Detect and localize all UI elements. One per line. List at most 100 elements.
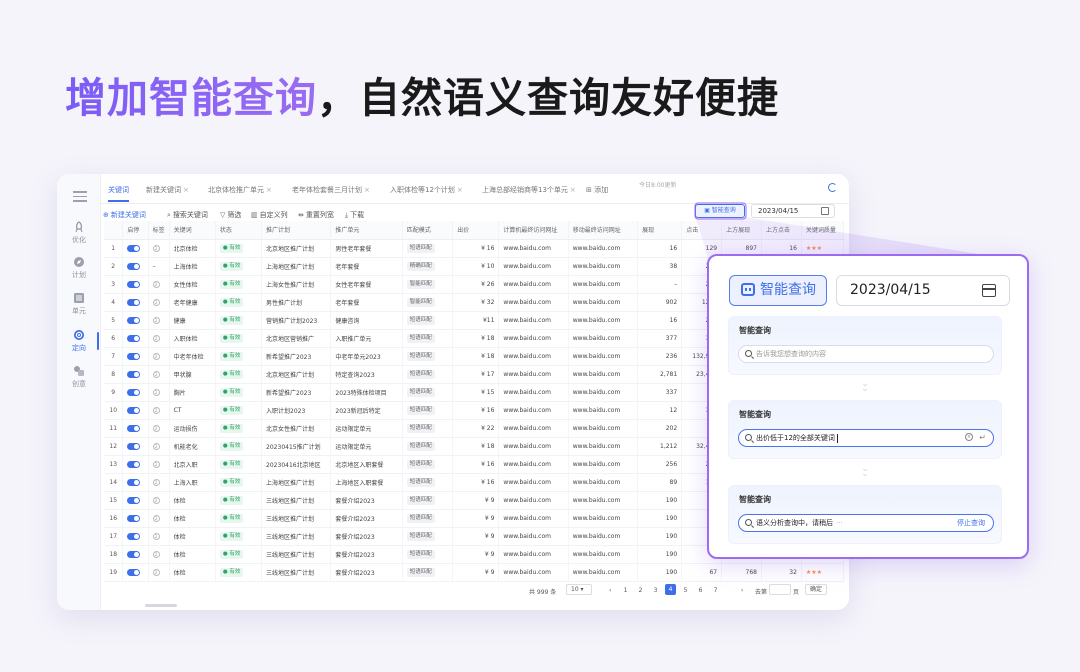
status-toggle[interactable] — [127, 496, 141, 504]
label-icon[interactable]: 2 — [152, 496, 160, 504]
column-header[interactable]: 点击 — [681, 221, 723, 240]
page-number-button[interactable]: 6 — [695, 587, 706, 594]
column-header[interactable]: 关键词 — [169, 221, 216, 240]
status-toggle[interactable] — [127, 262, 141, 270]
close-icon[interactable]: × — [457, 186, 463, 194]
status-toggle[interactable] — [127, 370, 141, 378]
smart-query-input[interactable]: 告诉我您想查询的内容 — [738, 345, 994, 363]
column-header[interactable]: 标签 — [148, 221, 170, 240]
status-toggle[interactable] — [127, 388, 141, 396]
column-header[interactable]: 出价 — [452, 221, 500, 240]
smart-query-input[interactable]: 出价低于12的全部关键词 × ↵ — [738, 429, 994, 447]
tab-keywords[interactable]: 关键词 — [108, 185, 129, 202]
column-header[interactable]: 推广单元 — [330, 221, 403, 240]
sidebar-item-unit[interactable]: 单元 — [57, 292, 101, 316]
column-header[interactable]: 上方展现 — [721, 221, 762, 240]
sidebar-item-optimize[interactable]: 优化 — [57, 221, 101, 245]
label-icon[interactable]: 2 — [152, 532, 160, 540]
status-toggle[interactable] — [127, 550, 141, 558]
tab-onboarding-plans[interactable]: 入职体检等12个计划 × — [390, 185, 463, 195]
confirm-button[interactable]: 确定 — [805, 584, 827, 595]
column-header[interactable]: 推广计划 — [261, 221, 332, 240]
label-icon[interactable]: 2 — [152, 244, 160, 252]
label-icon[interactable]: 2 — [152, 478, 160, 486]
column-header[interactable]: 状态 — [215, 221, 263, 240]
search-keyword-button[interactable]: ⌕ 搜索关键词 — [167, 210, 208, 220]
sidebar-item-targeting[interactable]: 定向 — [57, 329, 101, 353]
column-header[interactable]: 启停 — [122, 221, 149, 240]
label-icon[interactable]: 2 — [152, 298, 160, 306]
status-toggle[interactable] — [127, 406, 141, 414]
enter-icon[interactable]: ↵ — [979, 430, 986, 446]
page-size-select[interactable]: 10 ▾ — [566, 584, 592, 595]
status-toggle[interactable] — [127, 514, 141, 522]
stop-query-button[interactable]: 停止查询 — [957, 515, 985, 531]
tab-add[interactable]: ⊞ 添加 — [586, 185, 608, 195]
label-icon[interactable]: 2 — [152, 514, 160, 522]
custom-columns-button[interactable]: ▥ 自定义列 — [251, 210, 288, 220]
page-number-button[interactable]: 5 — [680, 587, 691, 594]
status-toggle[interactable] — [127, 442, 141, 450]
label-icon[interactable]: 2 — [152, 442, 160, 450]
status-toggle[interactable] — [127, 334, 141, 342]
status-toggle[interactable] — [127, 244, 141, 252]
label-icon[interactable]: 2 — [152, 352, 160, 360]
label-icon[interactable]: 2 — [152, 370, 160, 378]
reset-width-button[interactable]: ⇹ 重置列宽 — [298, 210, 334, 220]
page-number-button[interactable]: 3 — [650, 587, 661, 594]
status-toggle[interactable] — [127, 298, 141, 306]
label-icon[interactable]: 2 — [152, 280, 160, 288]
page-number-button[interactable]: 7 — [710, 587, 721, 594]
goto-page-input[interactable] — [769, 584, 791, 595]
status-toggle[interactable] — [127, 424, 141, 432]
label-icon[interactable]: 2 — [152, 406, 160, 414]
close-icon[interactable]: × — [183, 186, 189, 194]
status-toggle[interactable] — [127, 532, 141, 540]
column-header[interactable]: 匹配模式 — [402, 221, 454, 240]
close-icon[interactable]: × — [266, 186, 272, 194]
column-header[interactable]: 上方点击 — [761, 221, 802, 240]
horizontal-scrollbar[interactable] — [145, 604, 177, 607]
close-icon[interactable]: × — [364, 186, 370, 194]
close-icon[interactable]: × — [570, 186, 576, 194]
tab-new-keyword[interactable]: 新建关键词 × — [146, 185, 189, 195]
date-picker[interactable]: 2023/04/15 — [751, 204, 835, 218]
sidebar-item-creative[interactable]: 创意 — [57, 365, 101, 389]
smart-query-button[interactable]: ▣ 智能查询 — [695, 204, 745, 218]
status-toggle[interactable] — [127, 460, 141, 468]
tab-beijing-unit[interactable]: 北京体检推广单元 × — [208, 185, 272, 195]
filter-button[interactable]: ▽ 筛选 — [220, 210, 241, 220]
page-number-button[interactable]: 2 — [635, 587, 646, 594]
sidebar-item-plan[interactable]: 计划 — [57, 256, 101, 280]
status-toggle[interactable] — [127, 316, 141, 324]
status-toggle[interactable] — [127, 568, 141, 576]
label-icon[interactable]: 2 — [152, 334, 160, 342]
column-header[interactable]: 移动最终访问网址 — [568, 221, 639, 240]
clear-icon[interactable]: × — [965, 433, 973, 441]
smart-query-input[interactable]: 语义分析查询中，请稍后 ··· 停止查询 — [738, 514, 994, 532]
label-icon[interactable]: 2 — [152, 424, 160, 432]
refresh-icon[interactable] — [828, 183, 837, 192]
table-row[interactable]: 19 2 体检 ● 有效 三线地区推广计划 套餐介绍2023 短语匹配 ¥ 9 www.baid… — [104, 563, 845, 582]
tab-shanghai-units[interactable]: 上海总部经销商等13个单元 × — [482, 185, 576, 195]
page-number-button[interactable]: 4 — [665, 584, 676, 595]
label-icon[interactable]: 2 — [152, 316, 160, 324]
column-header[interactable]: 展现 — [637, 221, 683, 240]
new-keyword-button[interactable]: ⊕ 新建关键词 — [103, 210, 146, 220]
prev-page-button[interactable]: ‹ — [609, 587, 611, 594]
tab-senior-plan[interactable]: 老年体检套餐三月计划 × — [292, 185, 370, 195]
menu-icon[interactable] — [73, 191, 87, 205]
panel-smart-query-button[interactable]: 智能查询 — [729, 275, 827, 306]
panel-date-picker[interactable]: 2023/04/15 — [836, 275, 1010, 306]
column-header[interactable]: 关键词质量 — [801, 221, 845, 240]
status-toggle[interactable] — [127, 280, 141, 288]
next-page-button[interactable]: › — [741, 587, 743, 594]
label-icon[interactable]: 2 — [152, 550, 160, 558]
label-icon[interactable]: 2 — [152, 460, 160, 468]
label-icon[interactable]: 2 — [152, 568, 160, 576]
page-number-button[interactable]: 1 — [620, 587, 631, 594]
status-toggle[interactable] — [127, 352, 141, 360]
column-header[interactable]: 计算机最终访问网址 — [498, 221, 569, 240]
download-button[interactable]: ⤓ 下载 — [345, 210, 364, 220]
status-toggle[interactable] — [127, 478, 141, 486]
